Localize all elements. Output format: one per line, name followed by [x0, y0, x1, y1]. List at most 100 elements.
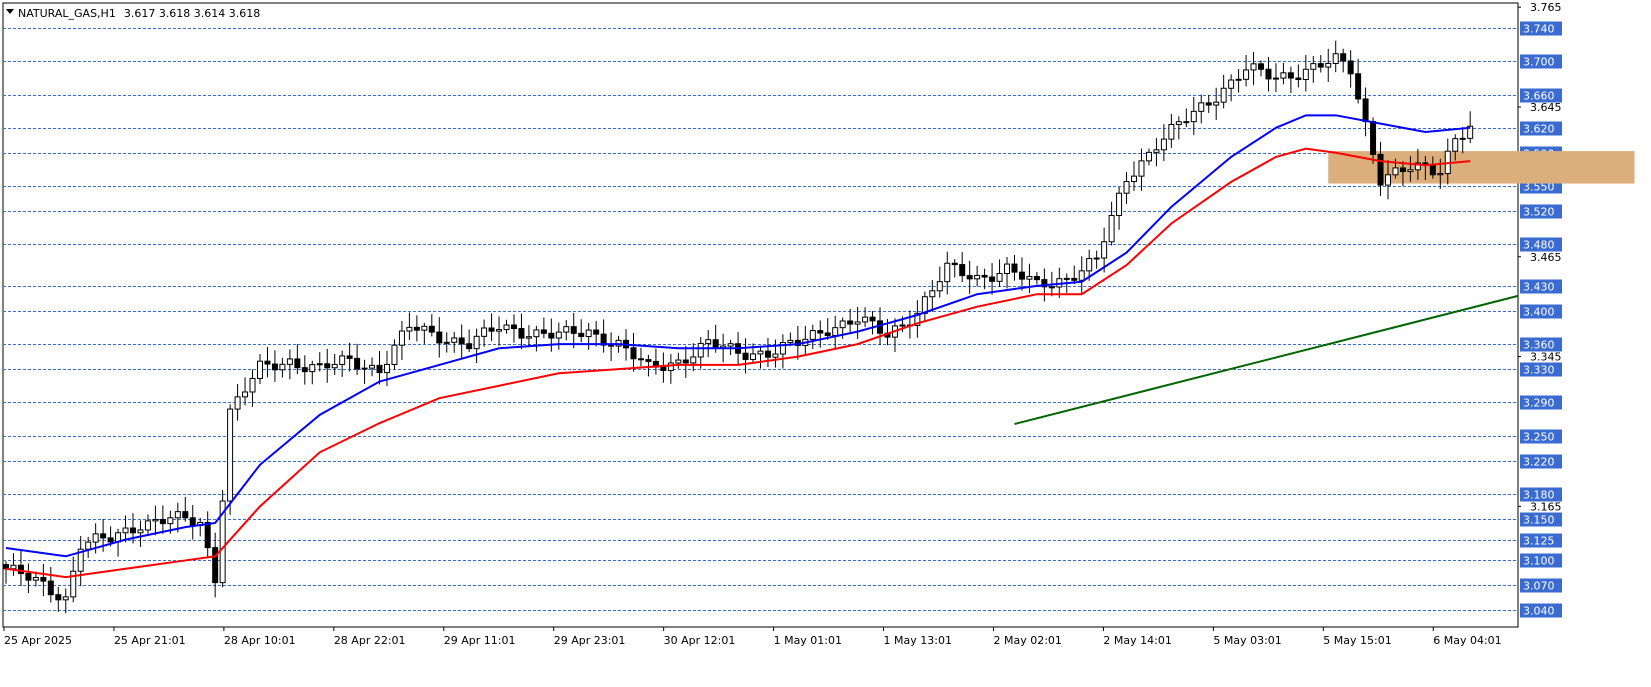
candle-body [496, 329, 503, 332]
candle-body [249, 377, 256, 393]
candle-body [951, 262, 958, 266]
candle-body [862, 316, 869, 323]
candle-body [309, 364, 316, 373]
candle-body [757, 350, 764, 355]
price-chart[interactable]: 3.7403.7003.6603.6203.5903.5503.5203.480… [0, 0, 1651, 687]
candle-body [361, 367, 368, 370]
candle-body [510, 324, 517, 330]
candle-body [301, 367, 308, 373]
candle-body [47, 580, 54, 596]
candle-body [1160, 138, 1167, 151]
candle-body [1033, 276, 1040, 281]
candle-body [324, 363, 331, 369]
candle-body [1168, 124, 1175, 140]
candle-body [1175, 121, 1182, 126]
level-label: 3.700 [1523, 56, 1555, 69]
candle-body [346, 355, 353, 359]
y-tick-label: 3.345 [1530, 351, 1562, 364]
candle-body [1370, 121, 1377, 155]
candle-body [443, 341, 450, 344]
candle-body [1332, 53, 1339, 64]
candle-body [473, 335, 480, 350]
candle-body [227, 408, 234, 502]
candle-body [1295, 77, 1302, 81]
candle-body [466, 343, 473, 350]
time-axis: 25 Apr 2025 25 Apr 21:01 28 Apr 10:01 28 Ap… [3, 627, 1502, 647]
candle-body [854, 321, 861, 325]
level-label: 3.125 [1523, 535, 1555, 548]
candle-body [182, 511, 189, 519]
level-label: 3.430 [1523, 281, 1555, 294]
candle-body [1228, 79, 1235, 89]
candle-body [122, 527, 129, 534]
candle-body [1108, 215, 1115, 243]
candle-body [1205, 102, 1212, 106]
candle-body [189, 517, 196, 526]
candle-body [944, 262, 951, 283]
x-tick-label: 1 May 13:01 [884, 634, 952, 647]
x-tick-label: 1 May 01:01 [774, 634, 842, 647]
candle-body [667, 362, 674, 371]
candle-body [339, 355, 346, 365]
y-tick-label: 3.165 [1530, 500, 1562, 513]
candle-body [451, 337, 458, 343]
candle-body [869, 316, 876, 322]
level-label: 3.520 [1523, 206, 1555, 219]
candle-body [1004, 263, 1011, 275]
candle-body [1310, 63, 1317, 70]
candle-body [929, 290, 936, 298]
candle-body [1153, 149, 1160, 153]
candle-body [839, 320, 846, 329]
candle-body [413, 326, 420, 331]
candle-body [525, 336, 532, 339]
candle-body [421, 325, 428, 331]
candle-body [555, 331, 562, 339]
x-tick-label: 2 May 14:01 [1103, 634, 1171, 647]
candle-body [1026, 276, 1033, 280]
level-label: 3.250 [1523, 431, 1555, 444]
candle-body [1287, 72, 1294, 79]
candle-body [1258, 63, 1265, 70]
candle-body [675, 359, 682, 364]
candle-body [1078, 270, 1085, 281]
candle-body [1071, 277, 1078, 281]
candle-body [630, 347, 637, 360]
candle-body [167, 517, 174, 525]
candle-body [518, 328, 525, 339]
candle-body [85, 541, 92, 550]
candle-body [847, 320, 854, 325]
candle-body [1123, 181, 1130, 194]
candle-body [660, 366, 667, 371]
level-label: 3.150 [1523, 514, 1555, 527]
level-label: 3.290 [1523, 397, 1555, 410]
level-label: 3.740 [1523, 23, 1555, 36]
level-label: 3.070 [1523, 580, 1555, 593]
x-tick-label: 6 May 04:01 [1433, 634, 1501, 647]
candle-body [62, 596, 69, 601]
candle-body [593, 329, 600, 335]
candle-body [55, 594, 62, 601]
candle-body [1355, 73, 1362, 100]
x-tick-label: 28 Apr 10:01 [224, 634, 296, 647]
candle-body [481, 327, 488, 337]
candle-body [144, 520, 151, 531]
candle-body [406, 326, 413, 332]
candle-body [690, 356, 697, 364]
candle-body [1198, 102, 1205, 112]
candle-body [10, 564, 17, 570]
candle-body [899, 324, 906, 327]
candle-body [1243, 69, 1250, 80]
candle-body [369, 364, 376, 369]
candle-body [129, 527, 136, 534]
candle-body [1265, 68, 1272, 80]
candle-body [204, 521, 211, 549]
candle-body [989, 276, 996, 282]
candle-body [1385, 174, 1392, 186]
candle-body [316, 363, 323, 366]
candle-body [1250, 63, 1257, 71]
candle-body [159, 518, 166, 525]
level-label: 3.360 [1523, 339, 1555, 352]
candle-body [1325, 62, 1332, 68]
candle-body [959, 264, 966, 277]
candle-body [1280, 72, 1287, 79]
